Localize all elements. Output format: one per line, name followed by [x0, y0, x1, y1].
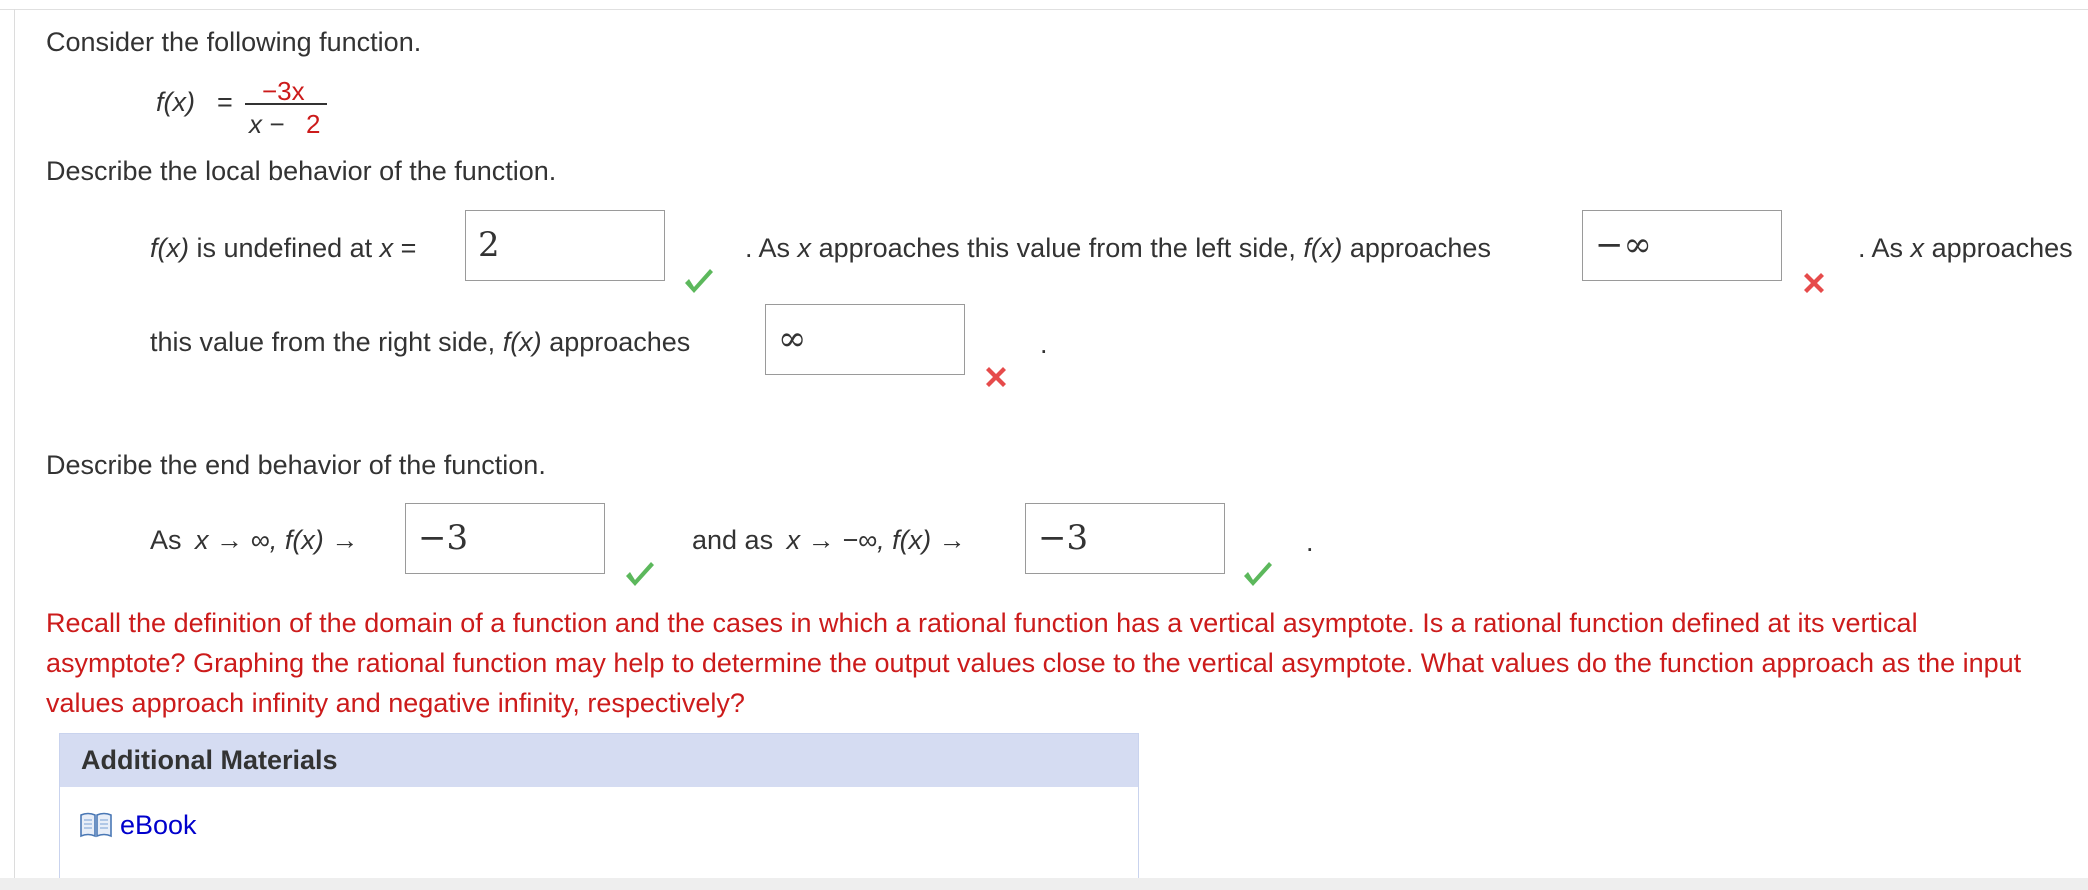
- undefined-at-label: f(x) is undefined at x =: [150, 232, 416, 264]
- additional-materials-header: Additional Materials: [60, 734, 1138, 787]
- right-lead1: . As: [1858, 233, 1904, 263]
- additional-materials-panel: Additional Materials eBook: [59, 733, 1139, 879]
- left-part3: approaches: [1349, 233, 1491, 263]
- local-behavior-prompt: Describe the local behavior of the funct…: [46, 156, 557, 186]
- right-lead2: approaches: [1931, 233, 2073, 263]
- function-denominator-variable: x −: [249, 109, 285, 139]
- function-equals: =: [217, 87, 233, 117]
- left-part1: . As: [745, 233, 791, 263]
- neg-infinity-answer-field[interactable]: −3: [1025, 503, 1225, 574]
- right-fx: f(x): [502, 327, 542, 357]
- end-behavior-prompt: Describe the end behavior of the functio…: [46, 450, 546, 480]
- pos-expr: x → ∞,: [195, 525, 278, 555]
- left-approach-label: . As x approaches this value from the le…: [745, 232, 1491, 264]
- end-period: .: [1306, 527, 1314, 557]
- undefined-answer-field[interactable]: 2: [465, 210, 665, 281]
- pos-arrow: →: [331, 525, 359, 555]
- pos-infinity-answer-field[interactable]: −3: [405, 503, 605, 574]
- book-icon[interactable]: [80, 812, 112, 838]
- checkmark-icon: [626, 562, 654, 586]
- undefined-fx: f(x): [150, 233, 189, 263]
- question-intro: Consider the following function.: [46, 27, 422, 57]
- additional-materials-title: Additional Materials: [81, 745, 338, 775]
- as-label: As: [150, 525, 182, 555]
- and-as-label: and as: [692, 525, 774, 555]
- left-x: x: [797, 233, 812, 263]
- local-period: .: [1040, 329, 1048, 359]
- left-limit-answer-field[interactable]: −∞: [1582, 210, 1782, 281]
- left-border: [14, 9, 15, 890]
- x-mark-icon: [986, 367, 1006, 387]
- undefined-eq: =: [400, 233, 417, 263]
- right-approach-label: this value from the right side, f(x) app…: [150, 326, 690, 358]
- neg-infinity-label: and as x → −∞, f(x) →: [692, 524, 966, 556]
- top-divider: [0, 0, 2088, 10]
- x-mark-icon: [1804, 273, 1824, 293]
- function-denominator-constant: 2: [306, 109, 321, 139]
- left-fx: f(x): [1303, 233, 1343, 263]
- ebook-link[interactable]: eBook: [120, 809, 197, 841]
- fraction-bar: [245, 103, 327, 105]
- undefined-x: x: [379, 233, 394, 263]
- right-part1: this value from the right side,: [150, 327, 496, 357]
- right-approach-lead: . As x approaches: [1858, 232, 2073, 264]
- neg-fx: f(x): [892, 525, 932, 555]
- checkmark-icon: [1244, 562, 1272, 586]
- left-part2: approaches this value from the left side…: [818, 233, 1296, 263]
- neg-arrow: →: [938, 525, 966, 555]
- feedback-hint: Recall the definition of the domain of a…: [46, 608, 2022, 718]
- pos-fx: f(x): [284, 525, 324, 555]
- function-name: f(x): [156, 87, 195, 117]
- right-part2: approaches: [549, 327, 691, 357]
- undefined-mid-text: is undefined at: [196, 233, 373, 263]
- right-lead-x: x: [1910, 233, 1925, 263]
- right-limit-answer-field[interactable]: ∞: [765, 304, 965, 375]
- checkmark-icon: [685, 269, 713, 293]
- bottom-shade: [0, 878, 2088, 890]
- pos-infinity-label: As x → ∞, f(x) →: [150, 524, 358, 556]
- neg-expr: x → −∞,: [786, 525, 885, 555]
